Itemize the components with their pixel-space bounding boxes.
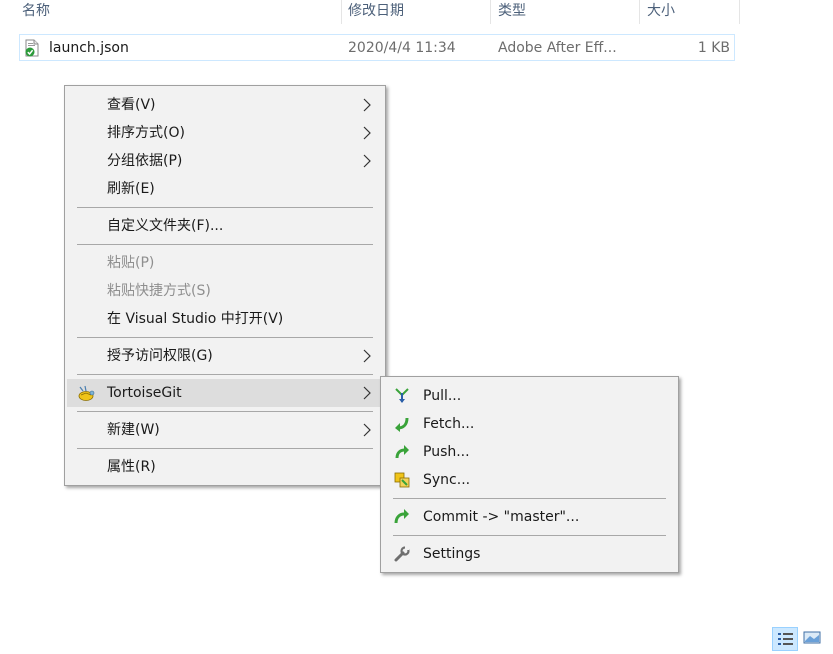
menu-item-label: Commit -> "master"... <box>423 509 580 525</box>
chevron-right-icon <box>363 154 371 168</box>
menu-item-label: 刷新(E) <box>107 181 155 197</box>
menu-item-label: 粘贴快捷方式(S) <box>107 283 211 299</box>
menu-item-paste: 粘贴(P) <box>67 249 383 277</box>
submenu-item-pull[interactable]: Pull... <box>383 382 676 410</box>
menu-item-label: 分组依据(P) <box>107 153 183 169</box>
column-header-modified[interactable]: 修改日期 <box>344 0 491 24</box>
menu-item-new[interactable]: 新建(W) <box>67 416 383 444</box>
menu-item-sort-by[interactable]: 排序方式(O) <box>67 119 383 147</box>
submenu-item-settings[interactable]: Settings <box>383 540 676 568</box>
chevron-right-icon <box>363 98 371 112</box>
column-header-type[interactable]: 类型 <box>494 0 640 24</box>
chevron-right-icon <box>363 386 371 400</box>
menu-separator <box>393 535 666 536</box>
menu-item-group-by[interactable]: 分组依据(P) <box>67 147 383 175</box>
column-header-name[interactable]: 名称 <box>18 0 342 24</box>
menu-item-label: 自定义文件夹(F)... <box>107 218 224 234</box>
file-type: Adobe After Eff... <box>498 40 617 56</box>
file-name: launch.json <box>49 40 129 56</box>
tortoisegit-submenu: Pull... Fetch... Push... Sync... Commit … <box>380 376 679 573</box>
menu-item-label: Pull... <box>423 388 462 404</box>
large-icons-view-button[interactable] <box>800 627 826 651</box>
large-icons-view-icon <box>803 631 821 644</box>
menu-separator <box>393 498 666 499</box>
submenu-item-fetch[interactable]: Fetch... <box>383 410 676 438</box>
menu-item-label: Fetch... <box>423 416 475 432</box>
menu-item-label: TortoiseGit <box>107 385 182 401</box>
menu-item-label: Sync... <box>423 472 471 488</box>
menu-item-view[interactable]: 查看(V) <box>67 91 383 119</box>
json-file-icon <box>24 39 40 57</box>
menu-item-label: 在 Visual Studio 中打开(V) <box>107 311 284 327</box>
menu-item-label: 授予访问权限(G) <box>107 348 213 364</box>
file-modified: 2020/4/4 11:34 <box>348 40 456 56</box>
menu-item-label: 排序方式(O) <box>107 125 185 141</box>
menu-separator <box>77 244 373 245</box>
column-header-size[interactable]: 大小 <box>643 0 740 24</box>
menu-separator <box>77 411 373 412</box>
menu-separator <box>77 207 373 208</box>
menu-item-paste-shortcut: 粘贴快捷方式(S) <box>67 277 383 305</box>
sync-icon <box>394 472 410 488</box>
menu-item-grant-access[interactable]: 授予访问权限(G) <box>67 342 383 370</box>
chevron-right-icon <box>363 423 371 437</box>
commit-icon <box>394 509 409 524</box>
tortoisegit-icon <box>78 385 95 401</box>
menu-separator <box>77 374 373 375</box>
submenu-item-push[interactable]: Push... <box>383 438 676 466</box>
wrench-icon <box>394 546 410 562</box>
menu-item-label: Push... <box>423 444 470 460</box>
submenu-item-commit[interactable]: Commit -> "master"... <box>383 503 676 531</box>
menu-item-customize-folder[interactable]: 自定义文件夹(F)... <box>67 212 383 240</box>
fetch-icon <box>395 417 409 432</box>
menu-item-properties[interactable]: 属性(R) <box>67 453 383 481</box>
chevron-right-icon <box>363 126 371 140</box>
menu-item-label: 新建(W) <box>107 422 160 438</box>
chevron-right-icon <box>363 349 371 363</box>
menu-separator <box>77 448 373 449</box>
menu-item-label: 属性(R) <box>107 459 156 475</box>
pull-icon <box>395 388 409 403</box>
push-icon <box>395 445 409 459</box>
menu-item-label: 粘贴(P) <box>107 255 155 271</box>
menu-item-label: Settings <box>423 546 481 562</box>
file-size: 1 KB <box>697 40 730 56</box>
menu-item-tortoisegit[interactable]: TortoiseGit <box>67 379 383 407</box>
menu-item-open-in-visual-studio[interactable]: 在 Visual Studio 中打开(V) <box>67 305 383 333</box>
menu-separator <box>77 337 373 338</box>
details-view-button[interactable] <box>772 627 798 651</box>
submenu-item-sync[interactable]: Sync... <box>383 466 676 494</box>
file-row[interactable]: launch.json 2020/4/4 11:34 Adobe After E… <box>19 34 735 61</box>
context-menu: 查看(V) 排序方式(O) 分组依据(P) 刷新(E) 自定义文件夹(F)...… <box>64 85 386 486</box>
menu-item-refresh[interactable]: 刷新(E) <box>67 175 383 203</box>
details-view-icon <box>778 633 793 645</box>
menu-item-label: 查看(V) <box>107 97 156 113</box>
